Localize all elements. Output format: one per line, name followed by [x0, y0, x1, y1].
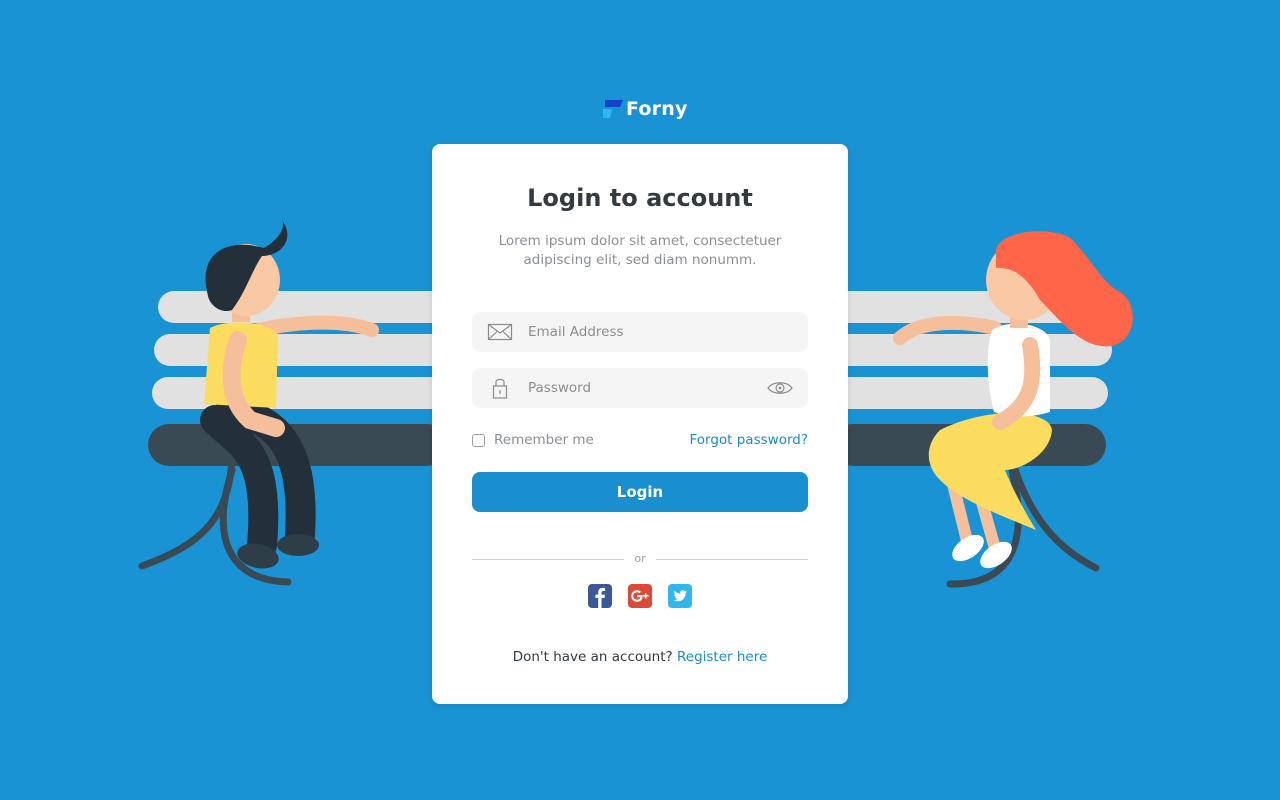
register-prompt: Don't have an account? Register here	[432, 649, 848, 665]
eye-icon[interactable]	[766, 378, 794, 398]
facebook-glyph	[595, 587, 606, 608]
forgot-password-link[interactable]: Forgot password?	[689, 432, 808, 448]
email-field[interactable]	[472, 312, 808, 352]
password-input[interactable]	[528, 368, 748, 408]
forny-logo-icon	[603, 100, 623, 118]
remember-me[interactable]: Remember me	[472, 432, 594, 448]
google-plus-glyph	[631, 590, 649, 602]
lock-icon	[492, 378, 508, 399]
brand-name: Forny	[626, 98, 688, 120]
remember-me-checkbox[interactable]	[472, 433, 485, 447]
brand-logo[interactable]: Forny	[602, 96, 688, 122]
divider-line-right	[656, 559, 808, 560]
facebook-icon[interactable]	[588, 584, 612, 608]
page-subtitle: Lorem ipsum dolor sit amet, consectetuer…	[498, 233, 782, 268]
login-card: Login to account Lorem ipsum dolor sit a…	[432, 144, 848, 704]
google-plus-icon[interactable]	[628, 584, 652, 608]
or-divider: or	[472, 552, 808, 568]
page-title: Login to account	[527, 184, 753, 212]
twitter-glyph	[673, 590, 687, 602]
email-input[interactable]	[528, 312, 748, 352]
login-button[interactable]: Login	[472, 472, 808, 512]
remember-me-label: Remember me	[494, 432, 594, 448]
password-field[interactable]	[472, 368, 808, 408]
twitter-icon[interactable]	[668, 584, 692, 608]
register-prompt-text: Don't have an account?	[512, 649, 673, 665]
envelope-icon	[487, 323, 513, 341]
social-login	[588, 584, 692, 608]
register-link[interactable]: Register here	[677, 649, 767, 665]
